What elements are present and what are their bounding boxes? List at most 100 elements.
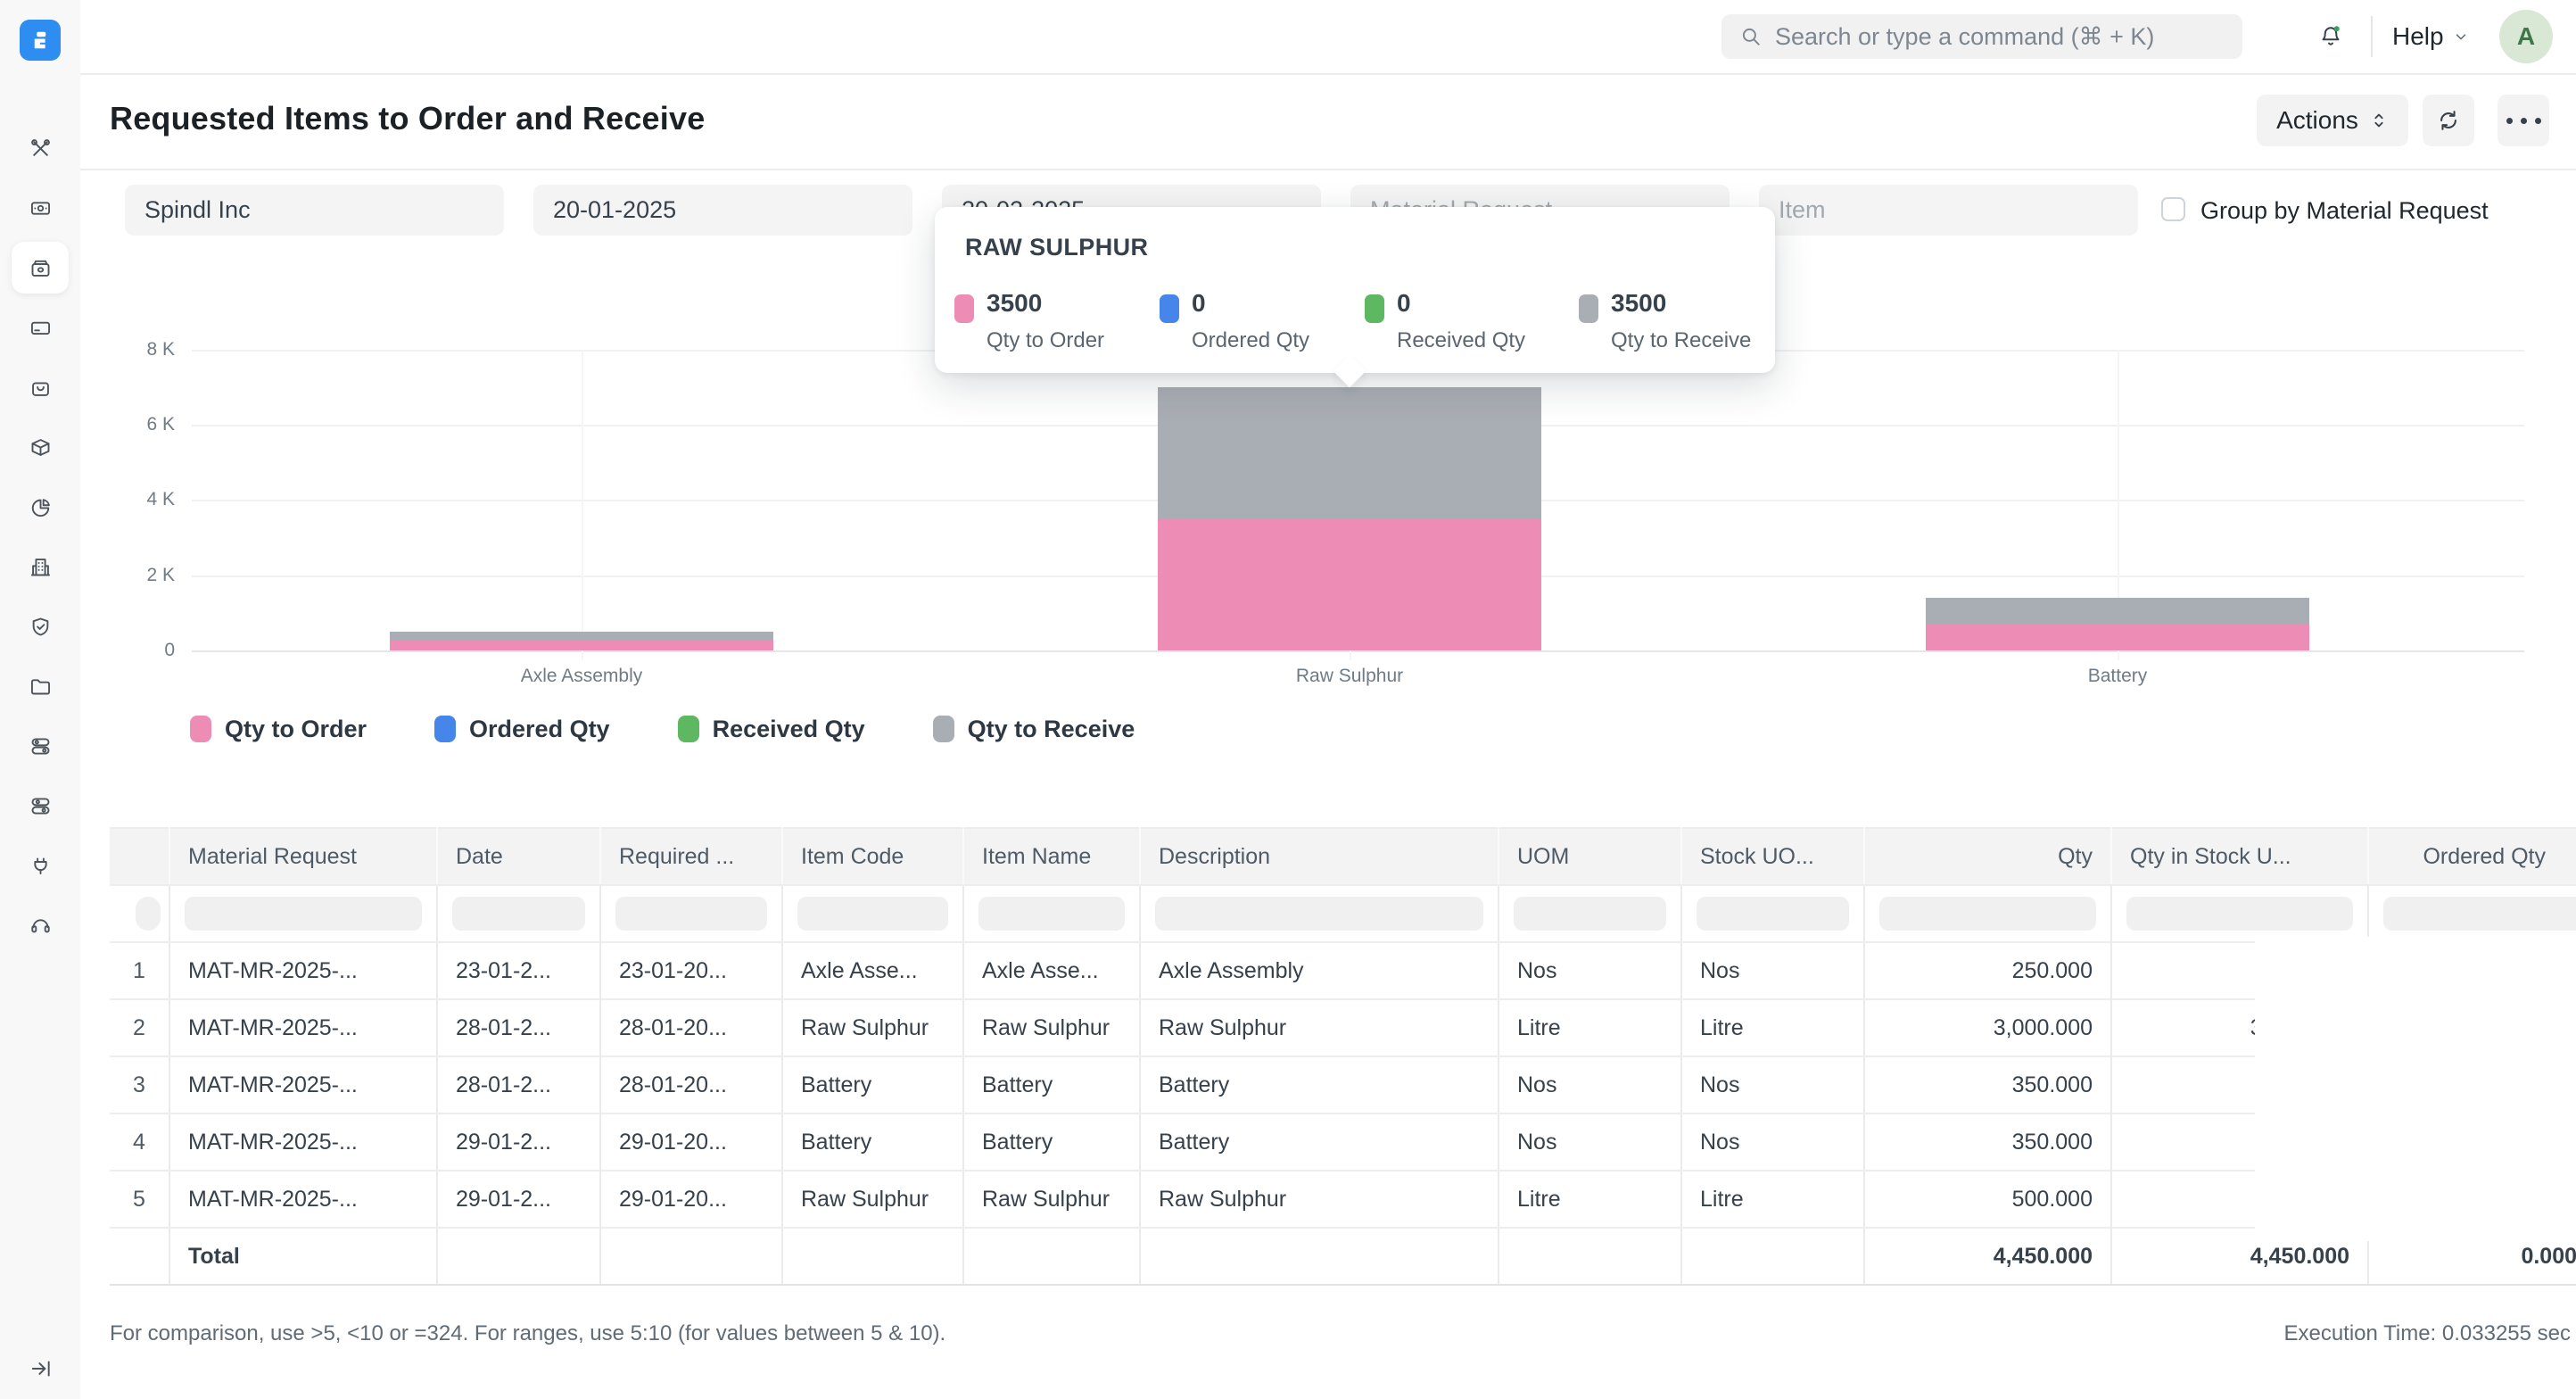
tooltip-value: 0 <box>1192 289 1206 318</box>
table-row[interactable]: 1 MAT-MR-2025-... 23-01-2... 23-01-20...… <box>110 942 2576 999</box>
refresh-button[interactable] <box>2423 95 2474 146</box>
bar-segment-qty-to-order[interactable] <box>1158 519 1541 650</box>
cell-date: 28-01-2... <box>437 999 600 1056</box>
table-row[interactable]: 5 MAT-MR-2025-... 29-01-2... 29-01-20...… <box>110 1171 2576 1228</box>
item-filter[interactable]: Item <box>1759 185 2138 236</box>
sidebar-item-manufacturing[interactable] <box>12 421 69 473</box>
sidebar-item-integrations[interactable] <box>12 840 69 891</box>
cell-description: Raw Sulphur <box>1140 999 1499 1056</box>
sidebar-item-organization[interactable] <box>12 541 69 592</box>
tooltip-value: 3500 <box>1611 289 1666 318</box>
cell-uom: Nos <box>1499 1113 1681 1171</box>
table-row[interactable]: 4 MAT-MR-2025-... 29-01-2... 29-01-20...… <box>110 1113 2576 1171</box>
sidebar-item-buying[interactable] <box>12 361 69 413</box>
sidebar-item-switches[interactable] <box>12 720 69 772</box>
column-filter[interactable] <box>782 885 963 942</box>
company-filter[interactable]: Spindl Inc <box>125 185 504 236</box>
column-filter[interactable] <box>1681 885 1864 942</box>
actions-button[interactable]: Actions <box>2257 95 2408 146</box>
header-uom[interactable]: UOM <box>1499 828 1681 885</box>
bar-segment-qty-to-receive[interactable] <box>1158 387 1541 518</box>
legend-item-qty-to-order[interactable]: Qty to Order <box>190 716 367 743</box>
header-date[interactable]: Date <box>437 828 600 885</box>
cell-material-request: MAT-MR-2025-... <box>169 999 437 1056</box>
search-placeholder: Search or type a command (⌘ + K) <box>1775 23 2154 51</box>
cell-material-request: MAT-MR-2025-... <box>169 1056 437 1113</box>
help-menu[interactable]: Help <box>2392 12 2469 61</box>
column-filter[interactable] <box>1864 885 2111 942</box>
column-filter[interactable] <box>2368 885 2576 942</box>
legend-label: Ordered Qty <box>469 716 610 743</box>
cell-date: 29-01-2... <box>437 1171 600 1228</box>
company-filter-value: Spindl Inc <box>144 196 251 224</box>
bar-segment-qty-to-order[interactable] <box>390 641 773 650</box>
sidebar-item-payments[interactable] <box>12 182 69 234</box>
table-row[interactable]: 3 MAT-MR-2025-... 28-01-2... 28-01-20...… <box>110 1056 2576 1113</box>
sidebar-item-tools[interactable] <box>12 122 69 174</box>
group-by-label[interactable]: Group by Material Request <box>2200 197 2489 225</box>
sidebar-item-analytics[interactable] <box>12 481 69 533</box>
sidebar-collapse-button[interactable] <box>21 1349 61 1388</box>
header-description[interactable]: Description <box>1140 828 1499 885</box>
shield-check-icon <box>29 615 53 639</box>
bar-segment-qty-to-order[interactable] <box>1926 625 2309 650</box>
from-date-filter[interactable]: 20-01-2025 <box>533 185 912 236</box>
chart-legend: Qty to Order Ordered Qty Received Qty Qt… <box>190 711 1202 747</box>
cell-item-name: Battery <box>963 1056 1140 1113</box>
header-row-number <box>110 828 169 885</box>
app-logo[interactable] <box>20 20 61 61</box>
cash-icon <box>29 196 53 220</box>
header-item-code[interactable]: Item Code <box>782 828 963 885</box>
sidebar-item-stock[interactable] <box>12 242 69 294</box>
legend-item-received-qty[interactable]: Received Qty <box>678 716 865 743</box>
column-filter[interactable] <box>437 885 600 942</box>
report-table: Material Request Date Required ... Item … <box>110 827 2576 1304</box>
notifications-button[interactable] <box>2307 12 2355 61</box>
row-number: 5 <box>110 1171 169 1228</box>
render-overlay <box>2255 937 2576 1241</box>
column-filter[interactable] <box>1499 885 1681 942</box>
bar-segment-qty-to-receive[interactable] <box>1926 598 2309 624</box>
chevron-down-icon <box>2453 29 2469 45</box>
sidebar-item-card[interactable] <box>12 302 69 353</box>
cell-stock-uom: Litre <box>1681 1171 1864 1228</box>
legend-item-qty-to-receive[interactable]: Qty to Receive <box>933 716 1135 743</box>
total-label: Total <box>169 1228 437 1285</box>
bar-segment-qty-to-receive[interactable] <box>390 632 773 642</box>
user-avatar[interactable]: A <box>2499 10 2553 63</box>
header-item-name[interactable]: Item Name <box>963 828 1140 885</box>
cell-date: 28-01-2... <box>437 1056 600 1113</box>
cell-qty: 250.000 <box>1864 942 2111 999</box>
table-row[interactable]: 2 MAT-MR-2025-... 28-01-2... 28-01-20...… <box>110 999 2576 1056</box>
group-by-checkbox[interactable] <box>2161 197 2185 221</box>
column-filter[interactable] <box>1140 885 1499 942</box>
header-border <box>80 169 2576 170</box>
header-qty-in-stock[interactable]: Qty in Stock U... <box>2111 828 2368 885</box>
cell-stock-uom: Litre <box>1681 999 1864 1056</box>
refresh-icon <box>2436 108 2461 133</box>
legend-item-ordered-qty[interactable]: Ordered Qty <box>434 716 610 743</box>
cell-uom: Litre <box>1499 1171 1681 1228</box>
cell-item-name: Raw Sulphur <box>963 999 1140 1056</box>
column-filter[interactable] <box>110 885 169 942</box>
header-required-by[interactable]: Required ... <box>600 828 782 885</box>
column-filter[interactable] <box>2111 885 2368 942</box>
sidebar-item-switches-alt[interactable] <box>12 780 69 832</box>
global-search-input[interactable]: Search or type a command (⌘ + K) <box>1721 14 2242 59</box>
header-qty[interactable]: Qty <box>1864 828 2111 885</box>
cell-stock-uom: Nos <box>1681 1113 1864 1171</box>
menu-button[interactable] <box>2498 95 2549 146</box>
actions-label: Actions <box>2276 106 2358 135</box>
header-stock-uom[interactable]: Stock UO... <box>1681 828 1864 885</box>
header-material-request[interactable]: Material Request <box>169 828 437 885</box>
building-icon <box>29 555 53 579</box>
column-filter[interactable] <box>169 885 437 942</box>
sidebar-item-quality[interactable] <box>12 600 69 652</box>
column-filter[interactable] <box>600 885 782 942</box>
header-ordered-qty[interactable]: Ordered Qty <box>2368 828 2576 885</box>
tooltip-swatch <box>954 294 974 323</box>
headset-icon <box>29 914 53 938</box>
sidebar-item-support[interactable] <box>12 899 69 951</box>
sidebar-item-projects[interactable] <box>12 660 69 712</box>
column-filter[interactable] <box>963 885 1140 942</box>
